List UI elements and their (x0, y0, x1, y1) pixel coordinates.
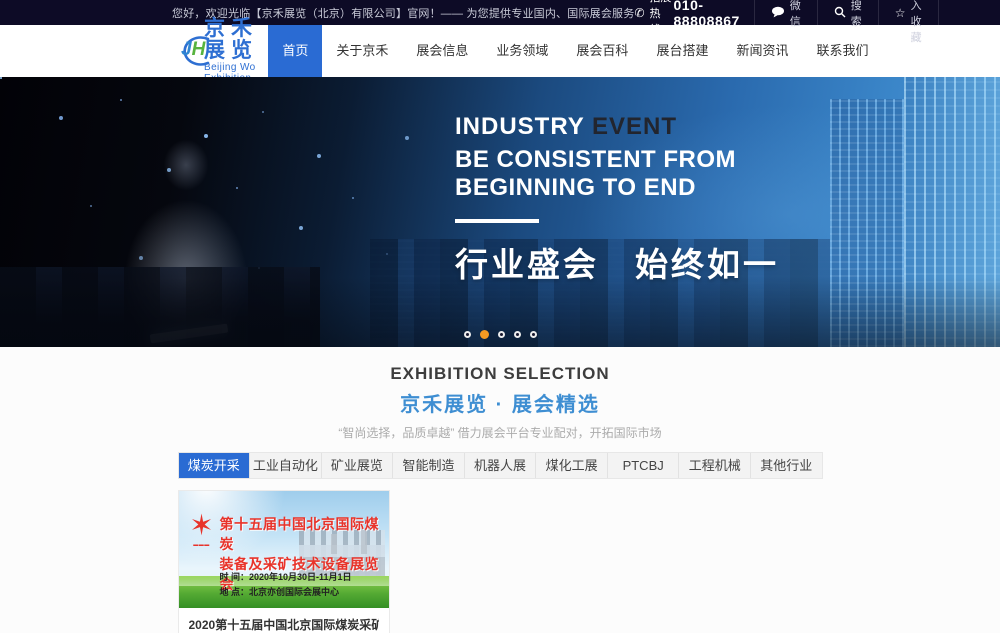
carousel-dot-2-active[interactable] (480, 330, 489, 339)
carousel-dot-3[interactable] (498, 331, 505, 338)
exhibition-selection-section: EXHIBITION SELECTION 京禾展览 · 展会精选 “智尚选择，品… (0, 347, 1000, 633)
banner-text: INDUSTRY EVENT BE CONSISTENT FROM BEGINN… (455, 113, 779, 286)
carousel-dot-1[interactable] (464, 331, 471, 338)
banner-heading-line2: BEGINNING TO END (455, 174, 779, 202)
organizer-logo: ✶ ▬▬▬ (186, 511, 218, 548)
wechat-link[interactable]: 微信 (754, 0, 817, 25)
nav-item-home[interactable]: 首页 (268, 25, 322, 77)
tab-industrial-automation[interactable]: 工业自动化 (250, 453, 322, 478)
header: JH 京禾展览 Beijing Wo Exhibition 首页 关于京禾 展会… (0, 25, 1000, 77)
favorite-label: 加入收藏 (911, 0, 922, 45)
exhibition-poster-image: ✶ ▬▬▬ 第十五届中国北京国际煤炭 装备及采矿技术设备展览会 时 间：2020… (179, 491, 389, 608)
phone-icon: ✆ (634, 6, 644, 20)
tab-mining-exhibition[interactable]: 矿业展览 (322, 453, 394, 478)
nav-item-business[interactable]: 业务领域 (482, 25, 562, 77)
main-nav: 首页 关于京禾 展会信息 业务领域 展会百科 展台搭建 新闻资讯 联系我们 (268, 25, 882, 77)
logo-monogram-j: J (181, 39, 192, 60)
tab-robot-show[interactable]: 机器人展 (465, 453, 537, 478)
carousel-dot-4[interactable] (514, 331, 521, 338)
topbar: 您好，欢迎光临【京禾展览（北京）有限公司】官网！—— 为您提供专业国内、国际展会… (0, 0, 1000, 25)
exhibition-cards: ✶ ▬▬▬ 第十五届中国北京国际煤炭 装备及采矿技术设备展览会 时 间：2020… (178, 490, 823, 633)
star-icon: ☆ (895, 7, 906, 19)
logo-mark-icon: JH (172, 33, 197, 69)
topbar-links: ✆ 招展热线： 010-88808867 微信 搜索 (634, 0, 938, 25)
nav-item-exhibition-info[interactable]: 展会信息 (402, 25, 482, 77)
exhibition-card[interactable]: ✶ ▬▬▬ 第十五届中国北京国际煤炭 装备及采矿技术设备展览会 时 间：2020… (178, 490, 390, 633)
tab-coal-mining[interactable]: 煤炭开采 (179, 453, 251, 478)
banner-kicker: INDUSTRY EVENT (455, 113, 779, 141)
tab-smart-manufacturing[interactable]: 智能制造 (393, 453, 465, 478)
carousel-dot-5[interactable] (530, 331, 537, 338)
logo-monogram-h: H (192, 39, 206, 60)
poster-time: 时 间：2020年10月30日-11月1日 (220, 570, 352, 585)
tab-coal-chemical[interactable]: 煤化工展 (536, 453, 608, 478)
organizer-star-icon: ✶ (186, 511, 218, 541)
wechat-icon (771, 6, 785, 20)
banner-kicker-accent: EVENT (592, 113, 677, 140)
banner-heading-line1: BE CONSISTENT FROM (455, 146, 779, 174)
section-title-en: EXHIBITION SELECTION (0, 364, 1000, 384)
nav-item-contact[interactable]: 联系我们 (802, 25, 882, 77)
network-dots-decor (0, 77, 2, 79)
nav-item-news[interactable]: 新闻资讯 (722, 25, 802, 77)
page: 您好，欢迎光临【京禾展览（北京）有限公司】官网！—— 为您提供专业国内、国际展会… (0, 0, 1000, 633)
search-link[interactable]: 搜索 (817, 0, 878, 25)
favorite-link[interactable]: ☆ 加入收藏 (878, 0, 939, 25)
banner-kicker-main: INDUSTRY (455, 113, 592, 140)
tab-construction-machinery[interactable]: 工程机械 (679, 453, 751, 478)
nav-item-booth[interactable]: 展台搭建 (642, 25, 722, 77)
card-body: 2020第十五届中国北京国际煤炭采矿技术设... 展出地点：北京亦创国际会展中心… (179, 608, 389, 633)
nav-item-wiki[interactable]: 展会百科 (562, 25, 642, 77)
nav-item-about[interactable]: 关于京禾 (322, 25, 402, 77)
card-title: 2020第十五届中国北京国际煤炭采矿技术设... (189, 616, 379, 633)
category-tabs: 煤炭开采 工业自动化 矿业展览 智能制造 机器人展 煤化工展 PTCBJ 工程机… (178, 452, 823, 479)
organizer-logo-mark: ▬▬▬ (186, 542, 218, 548)
section-tagline: “智尚选择，品质卓越” 借力展会平台专业配对，开拓国际市场 (0, 424, 1000, 441)
banner-underline-decor (455, 219, 539, 223)
search-icon (834, 6, 846, 20)
tab-other-industries[interactable]: 其他行业 (751, 453, 822, 478)
poster-meta: 时 间：2020年10月30日-11月1日 地 点：北京亦创国际会展中心 (220, 570, 352, 600)
logo[interactable]: JH 京禾展览 Beijing Wo Exhibition (172, 25, 268, 77)
poster-venue: 地 点：北京亦创国际会展中心 (220, 585, 352, 600)
section-title-cn: 京禾展览 · 展会精选 (0, 388, 1000, 417)
tab-ptcbj[interactable]: PTCBJ (608, 453, 680, 478)
poster-title-line1: 第十五届中国北京国际煤炭 (220, 514, 389, 554)
hero-banner[interactable]: INDUSTRY EVENT BE CONSISTENT FROM BEGINN… (0, 77, 1000, 347)
carousel-dots (0, 331, 1000, 339)
banner-title-cn: 行业盛会 始终如一 (455, 238, 779, 286)
